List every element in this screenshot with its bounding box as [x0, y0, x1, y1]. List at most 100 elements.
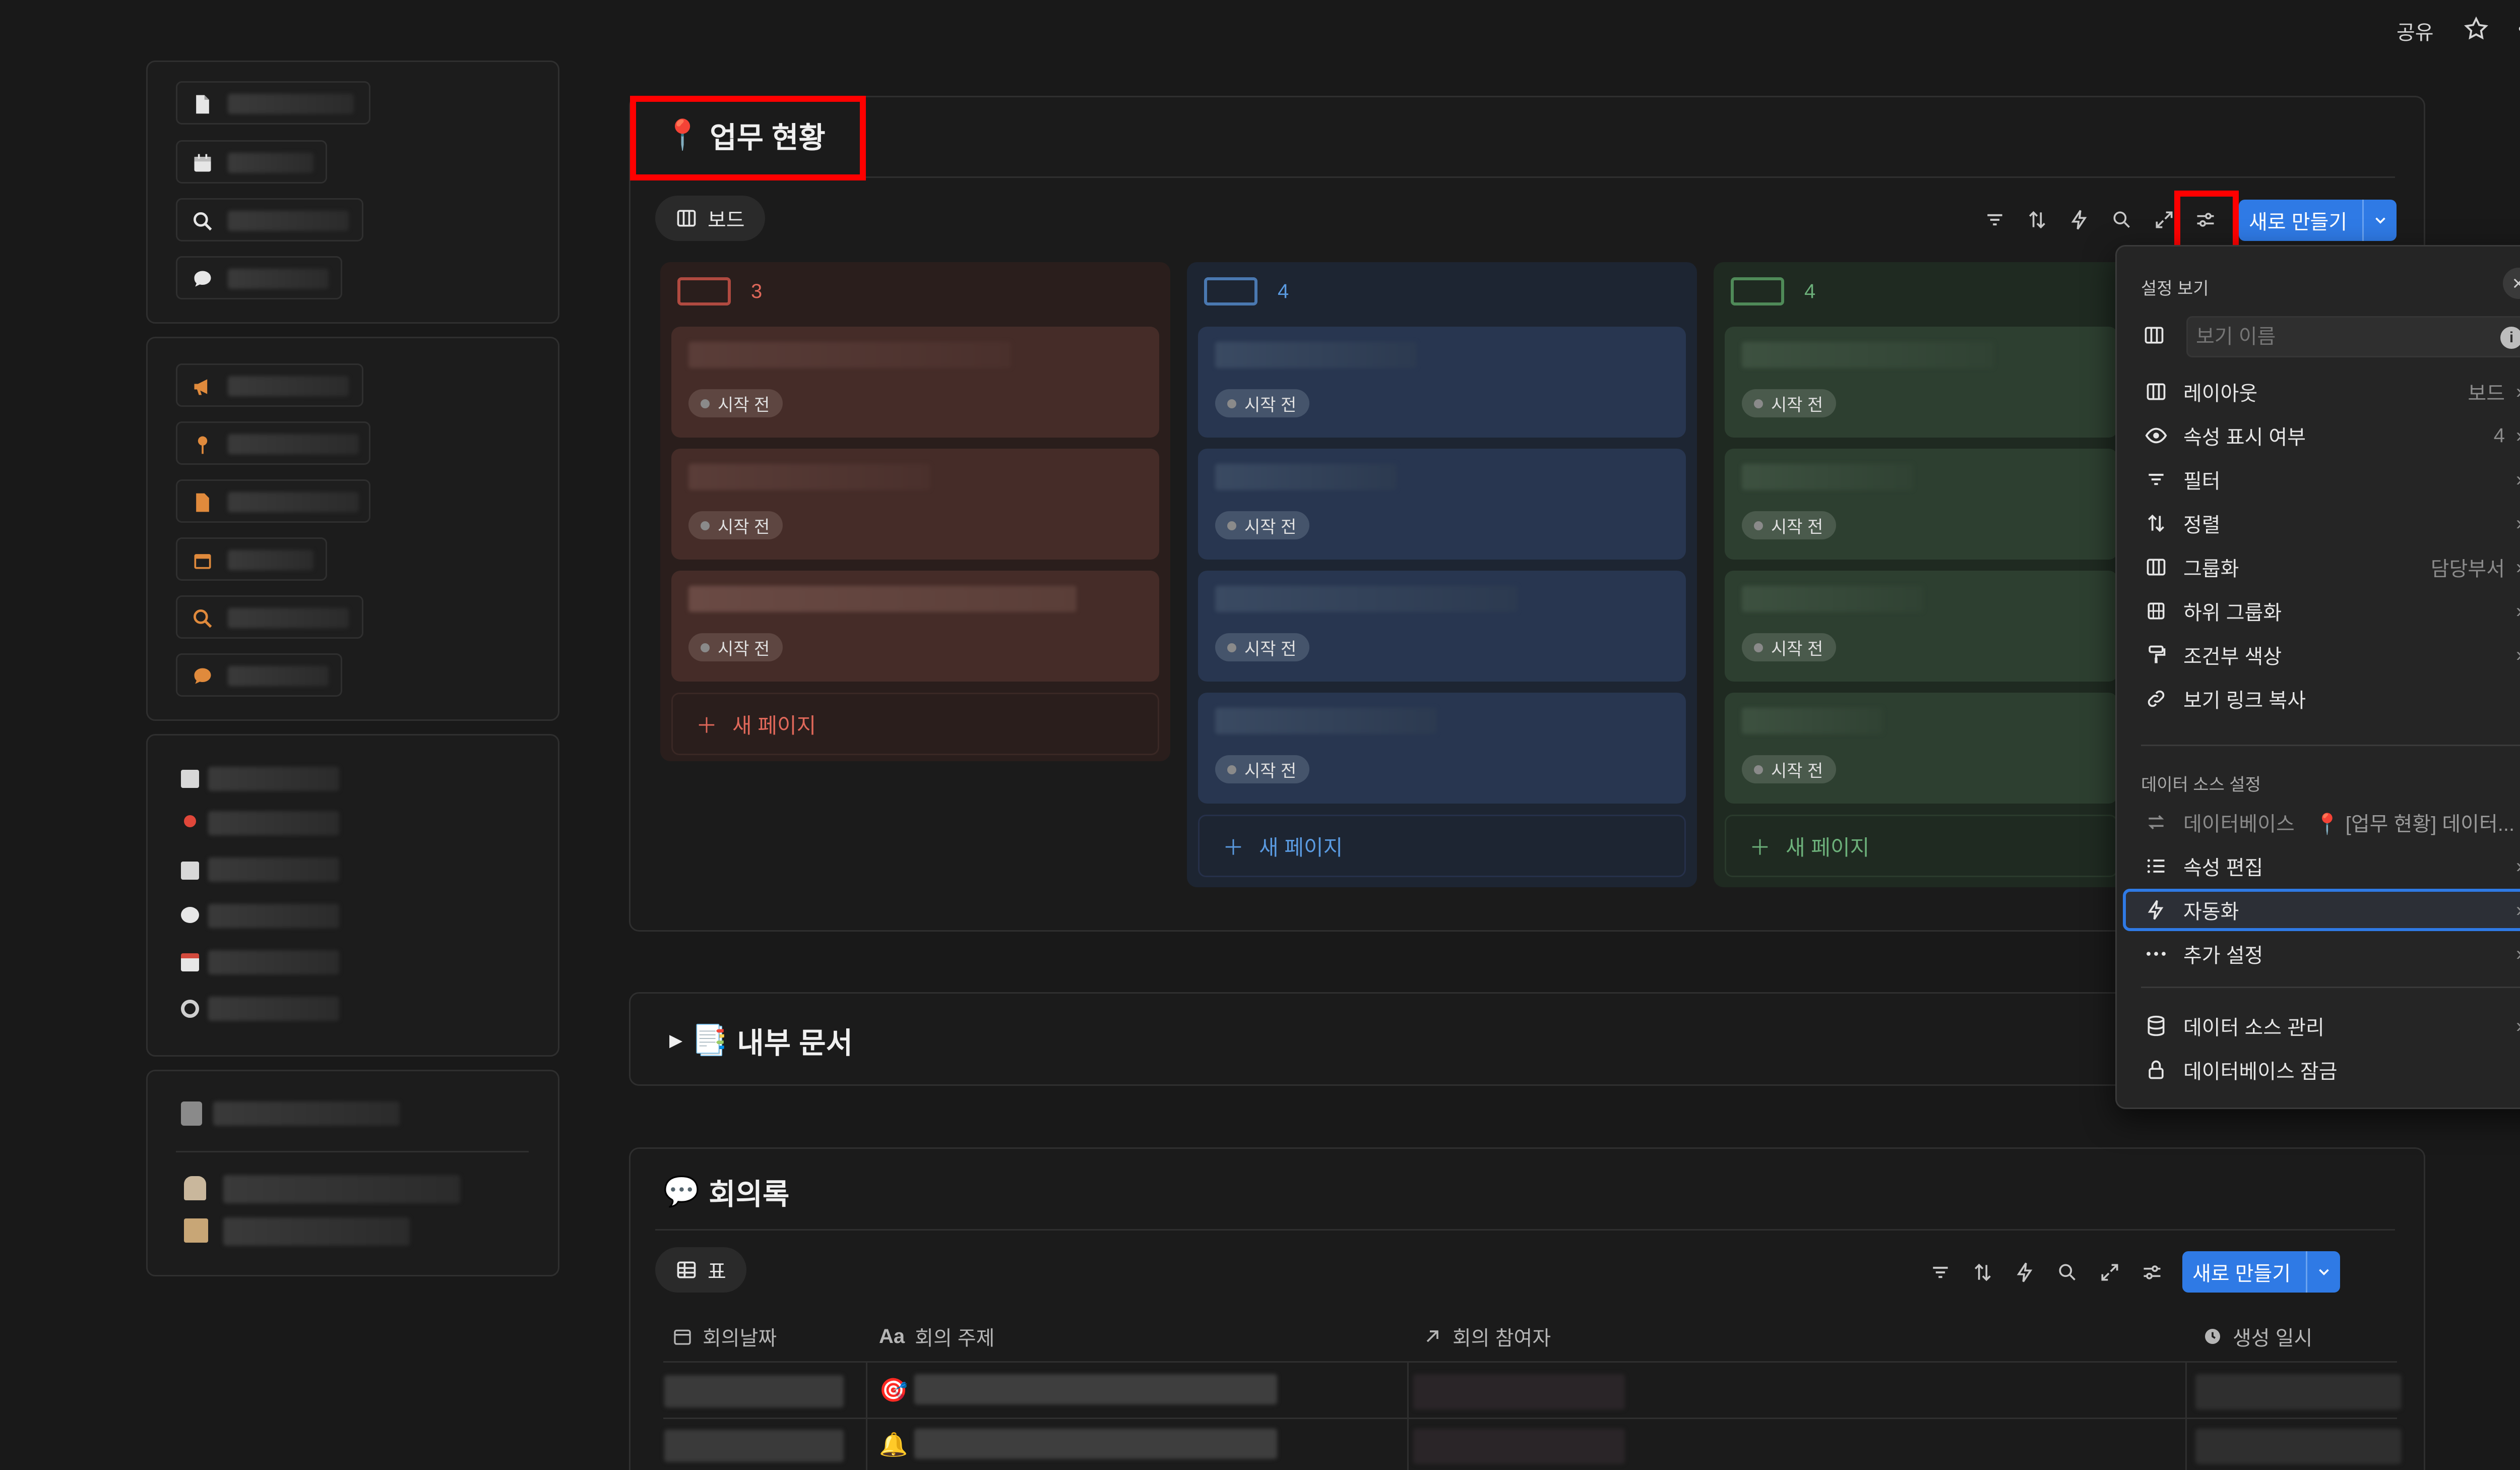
status-badge: 시작 전 — [1215, 755, 1310, 783]
board-card[interactable]: 시작 전 — [1725, 693, 2118, 804]
new-page-button[interactable]: ＋ 새 페이지 — [1725, 815, 2118, 877]
list-icon — [2142, 852, 2170, 880]
view-name-input[interactable]: i — [2186, 316, 2520, 357]
status-badge: 시작 전 — [1215, 511, 1310, 539]
menu-automation[interactable]: 자동화 › — [2123, 889, 2520, 931]
chevron-right-icon: › — [2516, 644, 2520, 666]
sidebar-item[interactable] — [176, 653, 342, 697]
sidebar-item[interactable] — [176, 537, 327, 581]
board-card[interactable]: 시작 전 — [1198, 693, 1686, 804]
expand-icon[interactable] — [2095, 1257, 2125, 1288]
board-card[interactable]: 시작 전 — [1725, 449, 2118, 560]
column-header: 4 — [1204, 277, 1289, 305]
menu-layout[interactable]: 레이아웃 보드 › — [2123, 371, 2520, 413]
new-button[interactable]: 새로 만들기 — [2239, 200, 2397, 241]
menu-sort[interactable]: 정렬 › — [2123, 502, 2520, 544]
menu-subgroup[interactable]: 하위 그룹화 › — [2123, 590, 2520, 632]
automation-icon[interactable] — [2064, 205, 2095, 235]
group-label — [1204, 277, 1257, 305]
board-card[interactable]: 시작 전 — [1198, 327, 1686, 438]
star-icon[interactable] — [2459, 11, 2494, 46]
sidebar-group-1 — [146, 60, 559, 324]
search-icon[interactable] — [2107, 205, 2137, 235]
lightning-icon — [2142, 896, 2170, 924]
sidebar-group-2 — [146, 337, 559, 721]
tab-table[interactable]: 표 — [655, 1247, 746, 1293]
sort-icon[interactable] — [1968, 1257, 1998, 1288]
search-icon[interactable] — [2052, 1257, 2083, 1288]
column-header-date[interactable]: 회의날짜 — [672, 1322, 777, 1351]
menu-conditional-color[interactable]: 조건부 색상 › — [2123, 634, 2520, 676]
board-column: 4 시작 전 시작 전 시작 전 시작 전 ＋ 새 페이지 — [1187, 262, 1697, 887]
menu-edit-properties[interactable]: 속성 편집 › — [2123, 845, 2520, 887]
calendar-icon — [674, 1329, 691, 1345]
board-card[interactable]: 시작 전 — [671, 327, 1159, 438]
board-card[interactable]: 시작 전 — [1725, 327, 2118, 438]
pin-icon — [184, 815, 196, 827]
status-badge: 시작 전 — [1742, 511, 1837, 539]
column-header-topic[interactable]: Aa 회의 주제 — [879, 1322, 994, 1351]
docs-title[interactable]: ▶ 📑 내부 문서 — [669, 1019, 853, 1062]
calendar-icon — [194, 554, 211, 569]
chevron-down-icon[interactable] — [2362, 200, 2397, 241]
sidebar-item[interactable] — [176, 363, 363, 407]
plus-icon: ＋ — [1223, 835, 1244, 860]
clock-icon — [2205, 1329, 2220, 1344]
speech-bubble-icon — [194, 668, 211, 684]
menu-property-visibility[interactable]: 속성 표시 여부 4 › — [2123, 414, 2520, 457]
board-view-icon — [677, 210, 696, 227]
board-card[interactable]: 시작 전 — [1725, 571, 2118, 682]
sidebar-item[interactable] — [176, 81, 370, 125]
meetings-title: 💬 회의록 — [663, 1175, 790, 1211]
sidebar-item[interactable] — [176, 256, 342, 299]
column-header: 3 — [677, 277, 762, 305]
divider — [866, 176, 2395, 178]
sidebar-item[interactable] — [176, 479, 370, 523]
menu-lock-database[interactable]: 데이터베이스 잠금 — [2123, 1049, 2520, 1091]
filter-icon[interactable] — [1980, 205, 2010, 235]
column-header-created[interactable]: 생성 일시 — [2202, 1322, 2312, 1351]
menu-manage-data-source[interactable]: 데이터 소스 관리 › — [2123, 1005, 2520, 1047]
board-card[interactable]: 시작 전 — [1198, 571, 1686, 682]
info-icon[interactable]: i — [2500, 327, 2520, 349]
sidebar-item[interactable] — [176, 595, 363, 639]
settings-sliders-icon[interactable] — [2137, 1257, 2167, 1288]
sort-icon[interactable] — [2022, 205, 2052, 235]
toggle-icon[interactable]: ▶ — [669, 1030, 682, 1051]
menu-data-source[interactable]: 데이터베이스 📍 [업무 현황] 데이터... — [2123, 801, 2520, 843]
status-badge: 시작 전 — [1742, 389, 1837, 417]
menu-more-settings[interactable]: 추가 설정 › — [2123, 933, 2520, 975]
eye-icon — [2142, 421, 2170, 450]
chevron-right-icon: › — [2516, 943, 2520, 965]
new-page-button[interactable]: ＋ 새 페이지 — [671, 693, 1159, 755]
sidebar-item[interactable] — [176, 421, 370, 465]
new-page-button[interactable]: ＋ 새 페이지 — [1198, 815, 1686, 877]
board-card[interactable]: 시작 전 — [671, 571, 1159, 682]
chevron-right-icon: › — [2516, 512, 2520, 535]
filter-icon — [2142, 465, 2170, 494]
database-icon — [2142, 1012, 2170, 1040]
view-name-text[interactable] — [2196, 318, 2478, 356]
menu-copy-link[interactable]: 보기 링크 복사 — [2123, 678, 2520, 720]
chevron-right-icon: › — [2516, 899, 2520, 922]
divider — [663, 1418, 2397, 1419]
tab-board[interactable]: 보드 — [655, 196, 765, 241]
board-card[interactable]: 시작 전 — [671, 449, 1159, 560]
board-card[interactable]: 시작 전 — [1198, 449, 1686, 560]
meetings-panel — [629, 1147, 2425, 1470]
sidebar-item[interactable] — [176, 140, 327, 183]
automation-icon[interactable] — [2010, 1257, 2040, 1288]
sidebar-item[interactable] — [176, 198, 363, 241]
pin-icon — [198, 436, 208, 454]
column-header-participants[interactable]: 회의 참여자 — [1422, 1322, 1551, 1351]
menu-group[interactable]: 그룹화 담당부서 › — [2123, 546, 2520, 588]
new-button[interactable]: 새로 만들기 — [2182, 1251, 2341, 1293]
subgroup-icon — [2142, 597, 2170, 625]
chevron-down-icon[interactable] — [2306, 1251, 2340, 1293]
status-badge: 시작 전 — [1742, 633, 1837, 661]
close-icon[interactable] — [2503, 268, 2520, 299]
more-icon[interactable] — [2514, 11, 2520, 46]
share-button[interactable]: 공유 — [2397, 16, 2434, 45]
menu-filter[interactable]: 필터 › — [2123, 458, 2520, 501]
filter-icon[interactable] — [1925, 1257, 1956, 1288]
